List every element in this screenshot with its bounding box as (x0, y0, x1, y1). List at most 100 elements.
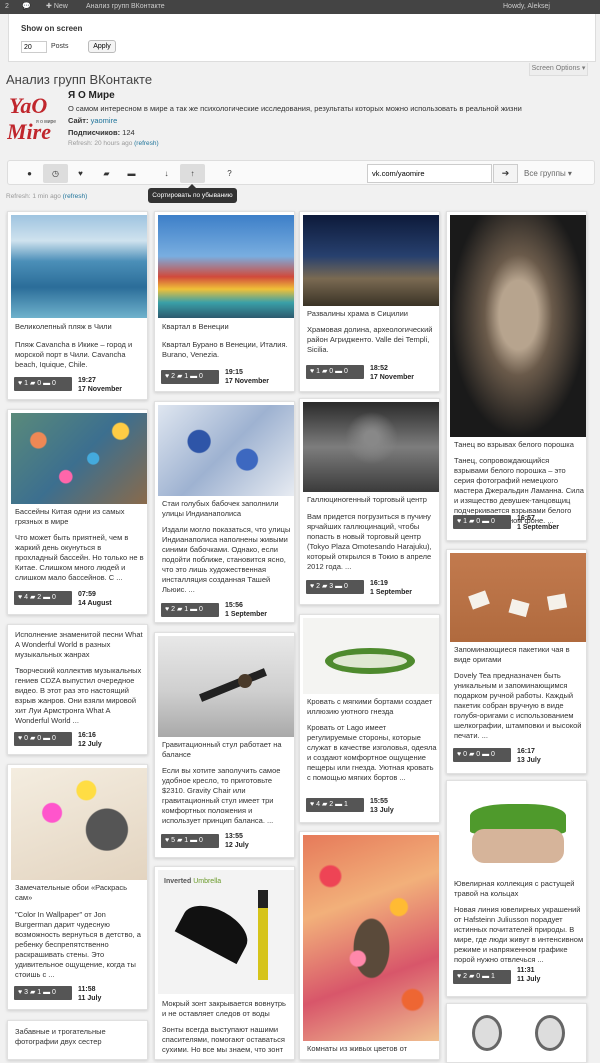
post-time: 11:31 (517, 967, 535, 974)
subs-label: Подписчиков: (68, 128, 121, 137)
updates-counter[interactable]: 2 (5, 0, 9, 14)
posts-label: Posts (51, 43, 69, 50)
post-date: 17 November (225, 378, 269, 385)
sort-date-icon[interactable]: ● (17, 164, 42, 183)
post-time: 11:58 (78, 986, 96, 993)
comments-sort-icon[interactable]: ▬ (119, 164, 144, 183)
user-greeting[interactable]: Howdy, Aleksej (503, 0, 550, 14)
post-image[interactable] (158, 215, 294, 318)
post-title[interactable]: Запоминающиеся пакетики чая в виде орига… (454, 645, 584, 665)
post-card[interactable]: Inverted Umbrella Мокрый зонт закрываетс… (154, 866, 295, 1060)
post-time: 16:16 (78, 732, 96, 739)
post-title[interactable]: Развалины храма в Сицилии (307, 309, 437, 319)
new-menu[interactable]: ✚ New (46, 0, 68, 14)
post-card[interactable]: Развалины храма в Сицилии Храмовая долин… (299, 211, 440, 392)
post-title[interactable]: Танец во взрывах белого порошка (454, 440, 584, 450)
post-image[interactable] (11, 215, 147, 318)
post-date: 13 July (517, 757, 541, 764)
post-description: Пляж Cavancha в Икике – город и морской … (15, 340, 133, 369)
apply-button[interactable]: Apply (88, 40, 116, 53)
comments-icon[interactable]: 💬 (22, 0, 31, 14)
post-image[interactable] (450, 1007, 586, 1059)
post-description: Dovely Tea предназначен быть уникальным … (454, 671, 582, 740)
post-image[interactable] (303, 618, 439, 694)
post-title[interactable]: Стаи голубых бабочек заполнили улицы Инд… (162, 499, 292, 519)
post-title[interactable]: Забавные и трогательные фотографии двух … (15, 1027, 145, 1047)
post-title[interactable]: Ювелирная коллекция с растущей травой на… (454, 879, 584, 899)
post-image[interactable] (303, 835, 439, 1041)
post-title[interactable]: Великолепный пляж в Чили (15, 322, 145, 332)
help-icon[interactable]: ? (217, 164, 242, 183)
post-image[interactable] (450, 553, 586, 642)
post-image[interactable] (303, 215, 439, 306)
post-card[interactable]: Гравитационный стул работает на балансе … (154, 632, 295, 858)
sort-asc-icon[interactable]: ↓ (154, 164, 179, 183)
post-card[interactable]: Великолепный пляж в Чили Пляж Cavancha в… (7, 211, 148, 400)
post-title[interactable]: Исполнение знаменитой песни What A Wonde… (15, 630, 145, 660)
post-title[interactable]: Бассейны Китая одни из самых грязных в м… (15, 507, 145, 527)
post-image[interactable] (11, 768, 147, 880)
post-description: Кровать от Lago имеет регулируемые сторо… (307, 723, 437, 782)
post-description: Издали могло показаться, что улицы Индиа… (162, 525, 291, 594)
post-stats: ♥ 0 ▰ 0 ▬ 0 (14, 732, 72, 746)
post-title[interactable]: Квартал в Венеции (162, 322, 292, 332)
post-date: 1 September (517, 524, 560, 531)
sort-tooltip: Сортировать по убыванию (148, 184, 237, 203)
go-button[interactable]: ➔ (493, 164, 518, 183)
post-time: 15:55 (370, 798, 388, 805)
post-card[interactable]: Исполнение знаменитой песни What A Wonde… (7, 624, 148, 755)
post-stats: ♥ 1 ▰ 0 ▬ 0 (14, 377, 72, 391)
post-stats: ♥ 2 ▰ 0 ▬ 1 (453, 970, 511, 984)
post-card[interactable]: Бассейны Китая одни из самых грязных в м… (7, 409, 148, 615)
post-card[interactable] (446, 1003, 587, 1063)
post-time: 18:52 (370, 365, 388, 372)
posts-refresh-link[interactable]: (refresh) (63, 193, 88, 200)
sort-toolbar: ● ◷ ♥ ▰ ▬ ↓ ↑ ? ➔ Все группы ▾ (7, 160, 595, 185)
post-description: Квартал Бурано в Венеции, Италия. Burano… (162, 340, 288, 359)
post-date: 1 September (370, 589, 413, 596)
group-refresh-link[interactable]: (refresh) (134, 140, 159, 147)
post-title[interactable]: Кровать с мягкими бортами создает иллюзи… (307, 697, 437, 717)
posts-per-page-input[interactable] (21, 41, 47, 53)
group-refresh-text: Refresh: 20 hours ago (68, 140, 133, 147)
likes-icon[interactable]: ♥ (68, 164, 93, 183)
group-url-input[interactable] (367, 164, 492, 183)
post-title[interactable]: Замечательные обои «Раскрась сам» (15, 883, 145, 903)
post-card[interactable]: Запоминающиеся пакетики чая в виде орига… (446, 549, 587, 774)
site-name-link[interactable]: Анализ групп ВКонтакте (86, 0, 165, 14)
post-title[interactable]: Мокрый зонт закрывается вовнутрь и не ос… (162, 999, 292, 1019)
post-time: 19:15 (225, 369, 243, 376)
post-date: 13 July (370, 807, 394, 814)
post-card[interactable]: Ювелирная коллекция с растущей травой на… (446, 780, 587, 997)
post-image[interactable] (450, 215, 586, 437)
post-image[interactable]: Inverted Umbrella (158, 870, 294, 994)
post-stats: ♥ 0 ▰ 0 ▬ 0 (453, 748, 511, 762)
post-card[interactable]: Замечательные обои «Раскрась сам» "Color… (7, 764, 148, 1010)
screen-options-tab[interactable]: Screen Options ▾ (529, 63, 588, 76)
post-card[interactable]: Квартал в Венеции Квартал Бурано в Венец… (154, 211, 295, 392)
post-card[interactable]: Забавные и трогательные фотографии двух … (7, 1020, 148, 1060)
post-title[interactable]: Гравитационный стул работает на балансе (162, 740, 292, 760)
site-link[interactable]: yaomire (91, 116, 118, 125)
post-card[interactable]: Комнаты из живых цветов от (299, 831, 440, 1060)
group-logo: YaO я о мире Mire (6, 91, 62, 144)
reposts-icon[interactable]: ▰ (94, 164, 119, 183)
post-card[interactable]: Кровать с мягкими бортами создает иллюзи… (299, 614, 440, 823)
post-stats: ♥ 2 ▰ 1 ▬ 0 (161, 370, 219, 384)
post-time: 16:17 (517, 748, 535, 755)
post-title[interactable]: Комнаты из живых цветов от (307, 1044, 437, 1054)
clock-icon[interactable]: ◷ (43, 164, 68, 183)
post-title[interactable]: Галлюциногенный торговый центр (307, 495, 437, 505)
post-image[interactable] (11, 413, 147, 504)
all-groups-dropdown[interactable]: Все группы ▾ (524, 164, 572, 183)
post-image[interactable] (450, 784, 586, 874)
post-description: Творческий коллектив музыкальных гениев … (15, 666, 142, 725)
post-card[interactable]: Стаи голубых бабочек заполнили улицы Инд… (154, 401, 295, 623)
post-image[interactable] (158, 405, 294, 496)
post-card[interactable]: Танец во взрывах белого порошка Танец, с… (446, 211, 587, 541)
post-card[interactable]: Галлюциногенный торговый центр Вам приде… (299, 398, 440, 605)
post-image[interactable] (303, 402, 439, 492)
post-date: 1 September (225, 611, 268, 618)
sort-desc-icon[interactable]: ↑ (180, 164, 205, 183)
post-image[interactable] (158, 636, 294, 737)
